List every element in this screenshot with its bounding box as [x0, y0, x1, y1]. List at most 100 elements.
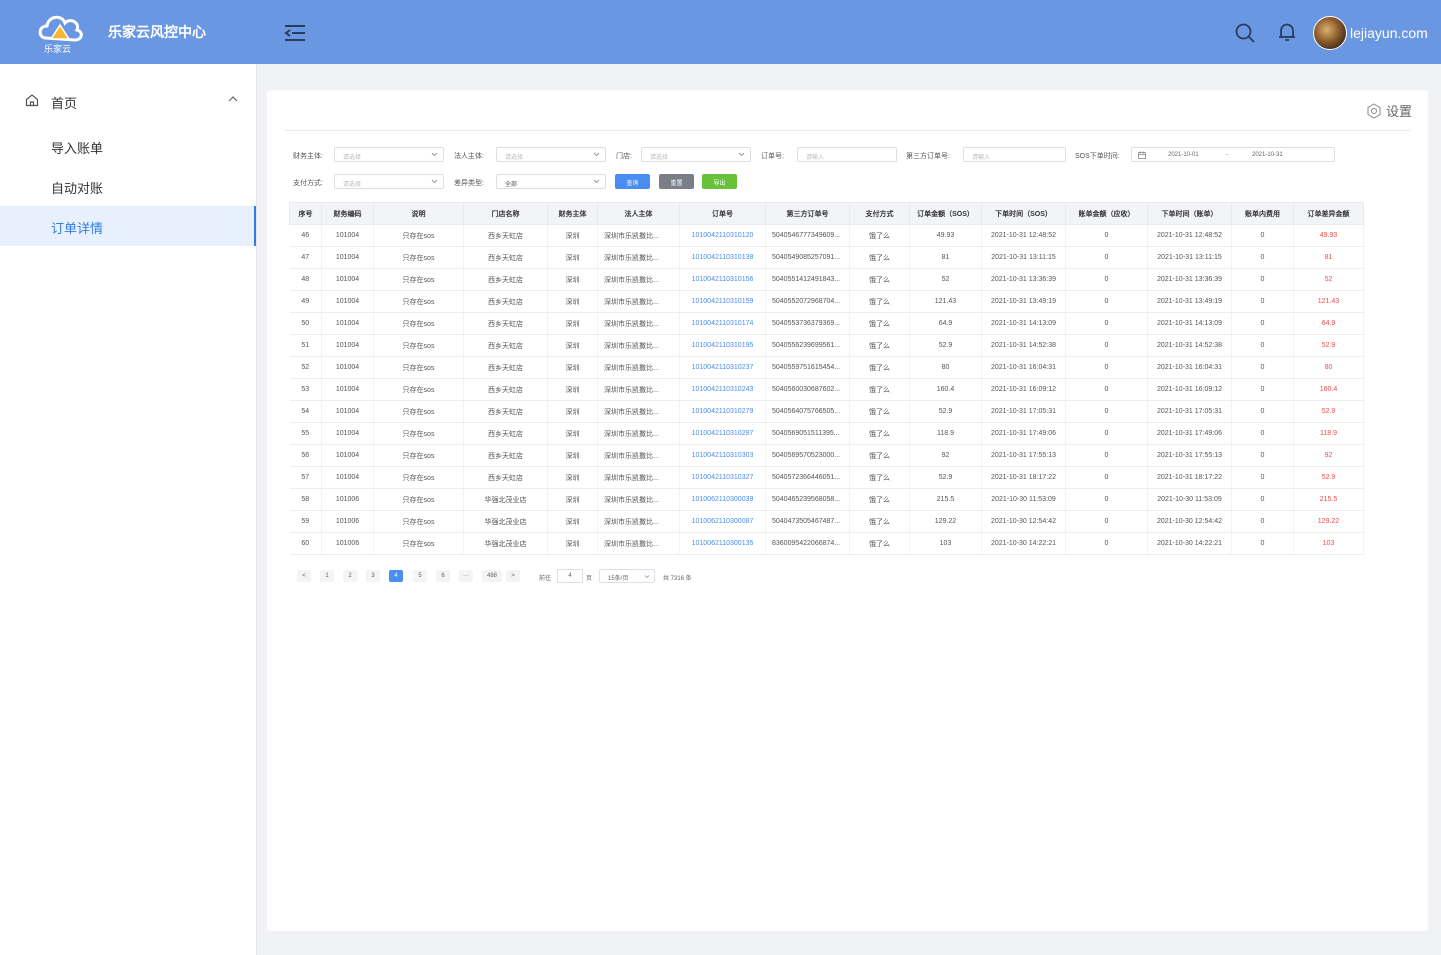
pagination-page[interactable]: 3 — [366, 570, 380, 582]
table-row[interactable]: 48 101004 只存在sos 西乡天虹店 深圳 深圳市乐凯撒比... 101004211… — [289, 268, 1364, 291]
table-cell: 深圳 — [547, 224, 598, 247]
pagination-prev-button[interactable]: < — [297, 570, 311, 582]
home-icon — [25, 94, 39, 107]
pagination-goto-input[interactable]: 4 — [557, 569, 583, 583]
finance-entity-select[interactable]: 请选择 — [334, 147, 444, 162]
table-cell: 160.4 — [909, 378, 982, 401]
pagination-page-last[interactable]: 488 — [482, 570, 502, 582]
pagination-next-button[interactable]: > — [506, 570, 520, 582]
order-no-link[interactable]: 1010042110310297 — [679, 422, 766, 445]
table-cell: 西乡天虹店 — [463, 466, 548, 489]
order-no-link[interactable]: 1010042110310174 — [679, 312, 766, 335]
table-cell: 5040569051511395... — [765, 422, 850, 445]
order-no-link[interactable]: 1010042110310120 — [679, 224, 766, 247]
order-no-link[interactable]: 1010042110310156 — [679, 268, 766, 291]
user-avatar[interactable] — [1313, 16, 1347, 50]
order-no-link[interactable]: 1010042110310327 — [679, 466, 766, 489]
table-cell: 深圳市乐凯撒比... — [597, 510, 680, 533]
table-cell: 121.43 — [1293, 290, 1364, 313]
table-row[interactable]: 47 101004 只存在sos 西乡天虹店 深圳 深圳市乐凯撒比... 101004211… — [289, 246, 1364, 269]
diff-type-value: 全部 — [505, 182, 518, 188]
table-cell: 8360095422066874... — [765, 532, 850, 555]
pagination-page-current[interactable]: 4 — [389, 570, 403, 582]
page-size-select[interactable]: 15条/页 — [599, 569, 655, 583]
order-no-link[interactable]: 1010042110310159 — [679, 290, 766, 313]
order-no-input[interactable]: 请输入 — [797, 147, 897, 162]
table-cell: 92 — [909, 444, 982, 467]
order-no-link[interactable]: 1010062110300135 — [679, 532, 766, 555]
chevron-up-icon[interactable] — [228, 95, 238, 103]
table-row[interactable]: 56 101004 只存在sos 西乡天虹店 深圳 深圳市乐凯撒比... 101004211… — [289, 444, 1364, 467]
sos-time-range-picker[interactable]: 2021-10-01 - 2021-10-31 — [1131, 147, 1335, 162]
order-no-link[interactable]: 1010062110300087 — [679, 510, 766, 533]
table-row[interactable]: 50 101004 只存在sos 西乡天虹店 深圳 深圳市乐凯撒比... 101004211… — [289, 312, 1364, 335]
table-row[interactable]: 49 101004 只存在sos 西乡天虹店 深圳 深圳市乐凯撒比... 101004211… — [289, 290, 1364, 313]
table-cell: 0 — [1065, 224, 1148, 247]
pagination-page[interactable]: 1 — [320, 570, 334, 582]
chevron-down-icon — [644, 575, 650, 579]
table-body: 46 101004 只存在sos 西乡天虹店 深圳 深圳市乐凯撒比... 101004211… — [289, 224, 1364, 555]
table-cell: 华强北茂业店 — [463, 532, 548, 555]
username[interactable]: lejiayun.com — [1350, 25, 1428, 41]
pagination-total: 共 7316 条 — [663, 576, 692, 582]
table-row[interactable]: 55 101004 只存在sos 西乡天虹店 深圳 深圳市乐凯撒比... 101004211… — [289, 422, 1364, 445]
sidebar-item-order-detail[interactable]: 订单详情 — [0, 206, 256, 246]
store-select[interactable]: 请选择 — [641, 147, 751, 162]
calendar-icon — [1138, 151, 1146, 159]
order-no-link[interactable]: 1010042110310195 — [679, 334, 766, 357]
table-row[interactable]: 59 101006 只存在sos 华强北茂业店 深圳 深圳市乐凯撒比... 10100621… — [289, 510, 1364, 533]
table-cell: 深圳市乐凯撒比... — [597, 356, 680, 379]
table-row[interactable]: 52 101004 只存在sos 西乡天虹店 深圳 深圳市乐凯撒比... 101004211… — [289, 356, 1364, 379]
table-row[interactable]: 46 101004 只存在sos 西乡天虹店 深圳 深圳市乐凯撒比... 101004211… — [289, 224, 1364, 247]
sidebar-item-auto-reconcile[interactable]: 自动对账 — [0, 166, 256, 206]
order-no-link[interactable]: 1010042110310303 — [679, 444, 766, 467]
table-cell: 5040572366446051... — [765, 466, 850, 489]
table-cell: 2021-10-31 17:55:13 — [1147, 444, 1232, 467]
order-no-link[interactable]: 1010042110310138 — [679, 246, 766, 269]
table-row[interactable]: 53 101004 只存在sos 西乡天虹店 深圳 深圳市乐凯撒比... 101004211… — [289, 378, 1364, 401]
table-cell: 西乡天虹店 — [463, 224, 548, 247]
third-order-no-input[interactable]: 请输入 — [963, 147, 1066, 162]
order-no-link[interactable]: 1010042110310279 — [679, 400, 766, 423]
sidebar-item-home[interactable]: 首页 — [0, 84, 256, 118]
export-button[interactable]: 导出 — [702, 174, 737, 189]
table-cell: 55 — [289, 422, 322, 445]
menu-collapse-icon[interactable] — [284, 24, 306, 42]
table-cell: 只存在sos — [373, 532, 464, 555]
order-no-link[interactable]: 1010042110310237 — [679, 356, 766, 379]
query-button[interactable]: 查询 — [615, 174, 650, 189]
third-order-no-placeholder: 请输入 — [972, 155, 991, 161]
table-cell: 深圳 — [547, 444, 598, 467]
table-cell: 52.9 — [1293, 334, 1364, 357]
search-icon[interactable] — [1234, 22, 1256, 44]
table-cell: 深圳市乐凯撒比... — [597, 488, 680, 511]
table-row[interactable]: 54 101004 只存在sos 西乡天虹店 深圳 深圳市乐凯撒比... 101004211… — [289, 400, 1364, 423]
settings-button[interactable]: 设置 — [1366, 101, 1412, 120]
reset-button[interactable]: 重置 — [659, 174, 694, 189]
column-header: 财务编码 — [321, 202, 374, 225]
table-row[interactable]: 51 101004 只存在sos 西乡天虹店 深圳 深圳市乐凯撒比... 101004211… — [289, 334, 1364, 357]
table-row[interactable]: 57 101004 只存在sos 西乡天虹店 深圳 深圳市乐凯撒比... 101004211… — [289, 466, 1364, 489]
pay-method-select[interactable]: 请选择 — [334, 174, 444, 189]
table-cell: 深圳 — [547, 246, 598, 269]
table-cell: 129.22 — [909, 510, 982, 533]
legal-entity-select[interactable]: 请选择 — [496, 147, 606, 162]
table-row[interactable]: 60 101006 只存在sos 华强北茂业店 深圳 深圳市乐凯撒比... 10100621… — [289, 532, 1364, 555]
table-cell: 深圳市乐凯撒比... — [597, 532, 680, 555]
pagination-page[interactable]: 2 — [343, 570, 357, 582]
order-no-link[interactable]: 1010042110310243 — [679, 378, 766, 401]
diff-type-select[interactable]: 全部 — [496, 174, 606, 189]
chevron-down-icon — [593, 152, 600, 157]
table-cell: 西乡天虹店 — [463, 290, 548, 313]
column-header: 序号 — [289, 202, 322, 225]
order-no-link[interactable]: 1010062110300039 — [679, 488, 766, 511]
table-row[interactable]: 58 101006 只存在sos 华强北茂业店 深圳 深圳市乐凯撒比... 10100621… — [289, 488, 1364, 511]
sidebar-item-label: 订单详情 — [51, 221, 104, 236]
table-cell: 西乡天虹店 — [463, 312, 548, 335]
pagination-page[interactable]: 6 — [436, 570, 450, 582]
sidebar-item-import-bill[interactable]: 导入账单 — [0, 126, 256, 166]
table-cell: 52 — [909, 268, 982, 291]
pagination-page[interactable]: 5 — [413, 570, 427, 582]
pagination-ellipsis[interactable]: ··· — [459, 570, 473, 582]
bell-icon[interactable] — [1276, 21, 1298, 43]
